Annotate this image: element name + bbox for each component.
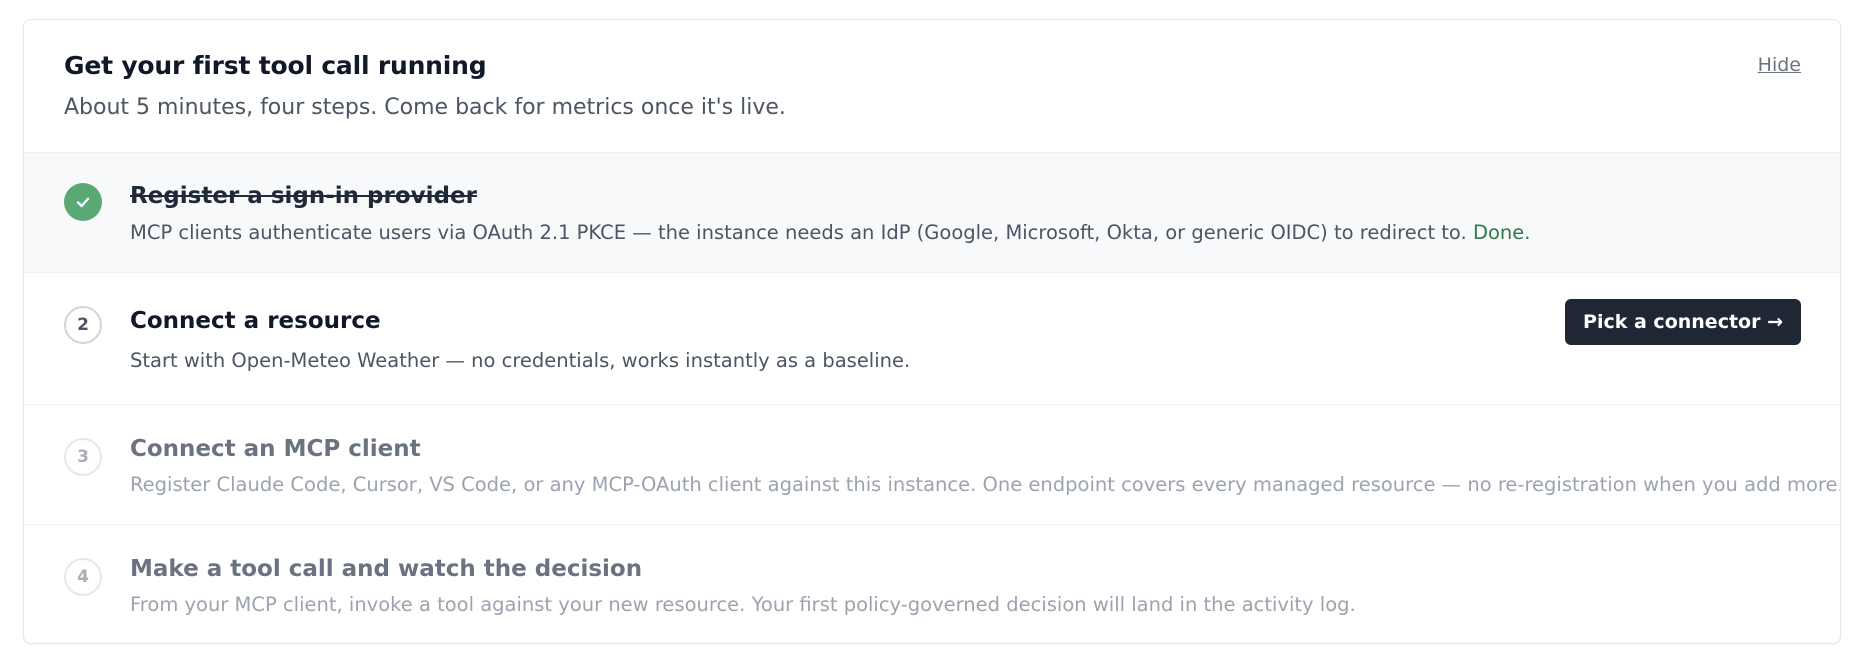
step-number: 3 [64,438,102,476]
check-icon [64,183,102,221]
step-number: 4 [64,558,102,596]
step-description: MCP clients authenticate users via OAuth… [130,220,1800,246]
step-make-tool-call: 4 Make a tool call and watch the decisio… [24,524,1840,643]
hide-link[interactable]: Hide [1758,54,1801,76]
step-connect-client: 3 Connect an MCP client Register Claude … [24,404,1840,524]
step-description-text: MCP clients authenticate users via OAuth… [130,221,1467,244]
step-number: 2 [64,306,102,344]
step-title: Make a tool call and watch the decision [130,556,643,582]
onboarding-title: Get your first tool call running [64,51,487,80]
onboarding-subtitle: About 5 minutes, four steps. Come back f… [64,95,786,120]
done-label: Done. [1472,221,1531,244]
step-description: Start with Open-Meteo Weather — no crede… [130,349,911,372]
onboarding-card: Get your first tool call running About 5… [23,19,1841,644]
pick-connector-button[interactable]: Pick a connector → [1565,299,1801,345]
step-description: Register Claude Code, Cursor, VS Code, o… [130,473,1841,496]
step-title: Connect a resource [130,308,381,334]
check-icon-glyph [76,197,90,208]
step-title: Register a sign-in provider [130,183,477,209]
step-register-provider: Register a sign-in provider MCP clients … [24,152,1840,272]
step-title: Connect an MCP client [130,436,421,462]
onboarding-header: Get your first tool call running About 5… [24,20,1840,152]
step-connect-resource: 2 Connect a resource Start with Open-Met… [24,272,1840,404]
step-description: From your MCP client, invoke a tool agai… [130,593,1356,616]
